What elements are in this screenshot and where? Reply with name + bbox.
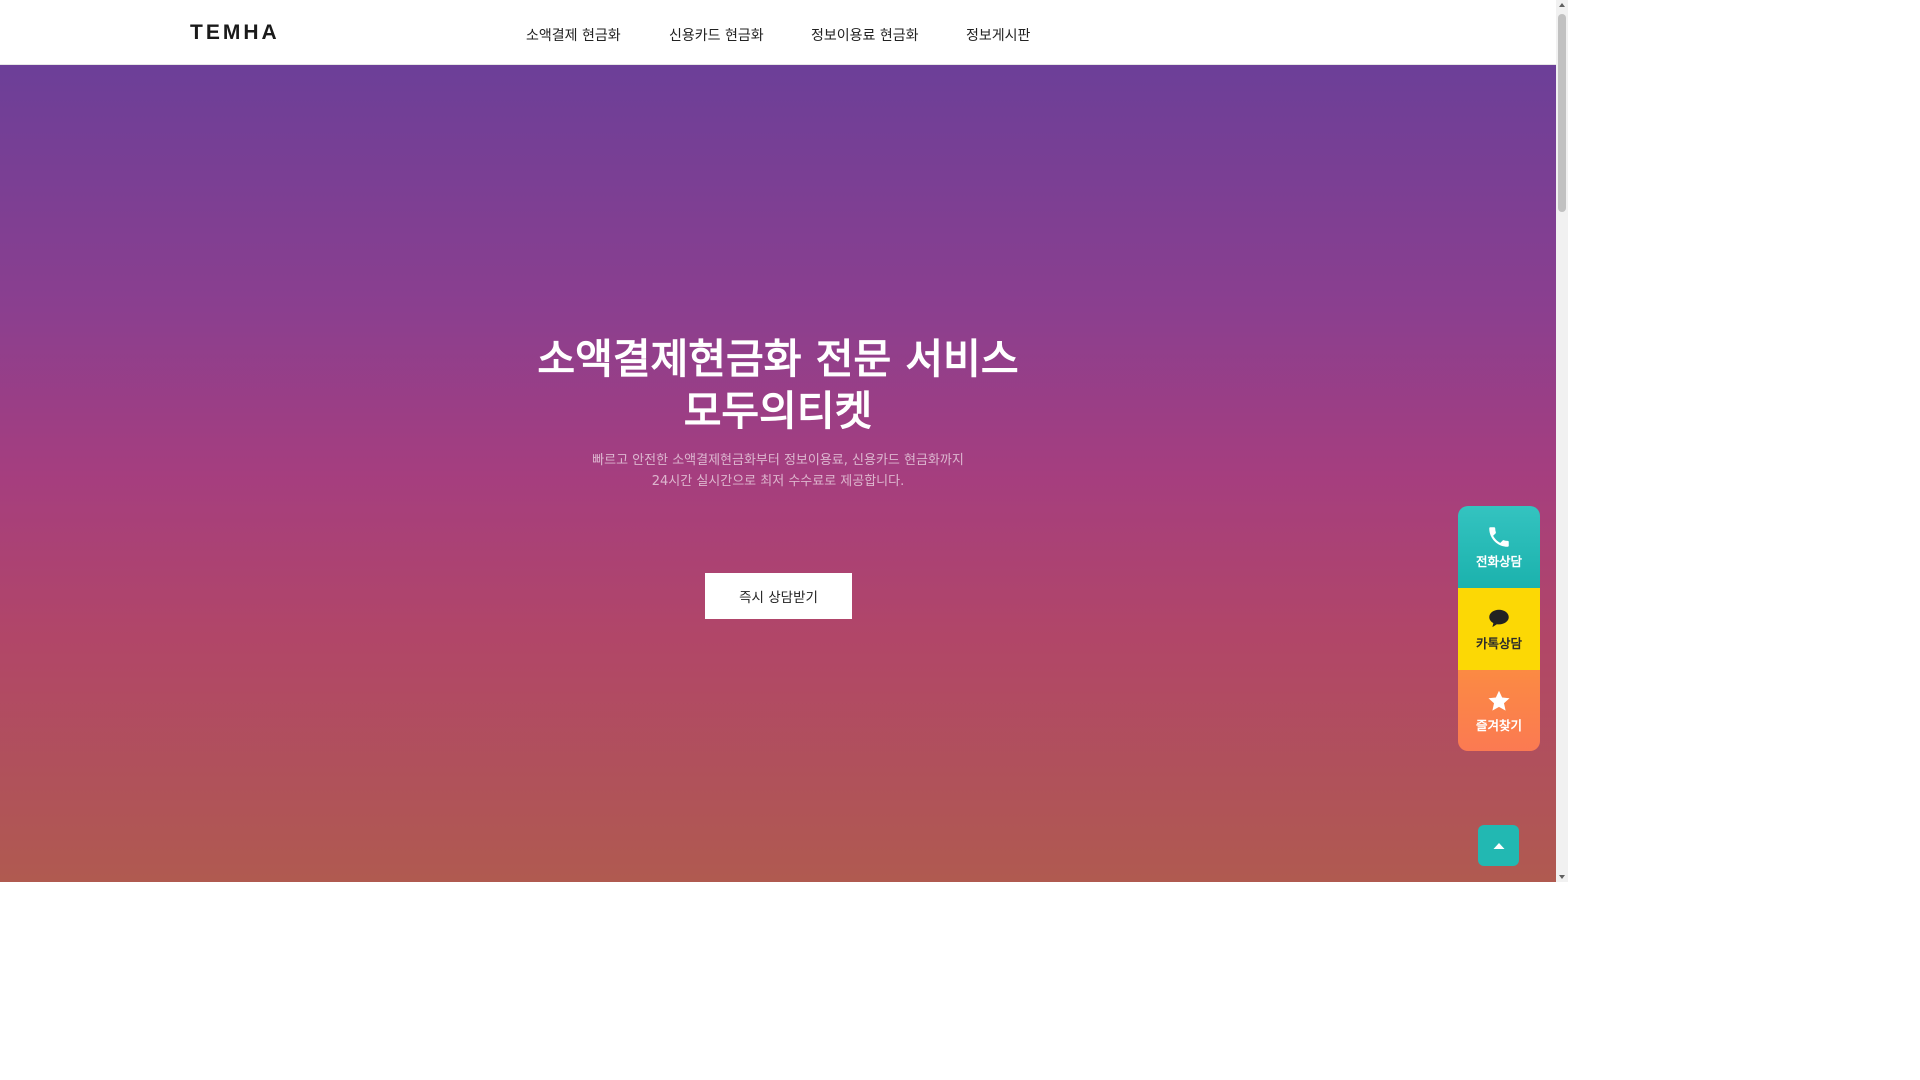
nav-item-credit-card-cash[interactable]: 신용카드 현금화 — [669, 25, 764, 45]
scroll-down-arrow-icon[interactable] — [1559, 875, 1565, 879]
consult-now-button[interactable]: 즉시 상담받기 — [705, 573, 852, 619]
hero-subtitle: 빠르고 안전한 소액결제현금화부터 정보이용료, 신용카드 현금화까지 24시간… — [0, 450, 1556, 492]
nav-item-board[interactable]: 정보게시판 — [966, 25, 1030, 45]
phone-consult-button[interactable]: 전화상담 — [1458, 506, 1540, 588]
site-header: TEMHA 소액결제 현금화 신용카드 현금화 정보이용료 현금화 정보게시판 — [0, 0, 1556, 65]
hero-subtitle-line2: 24시간 실시간으로 최저 수수료로 제공합니다. — [651, 474, 905, 489]
chat-bubble-icon — [1489, 609, 1509, 628]
hero-section: 소액결제현금화 전문 서비스 모두의티켓 빠르고 안전한 소액결제현금화부터 정… — [0, 65, 1556, 882]
bookmark-button[interactable]: 즐겨찾기 — [1458, 670, 1540, 751]
scroll-thumb[interactable] — [1558, 14, 1566, 212]
scroll-to-top-button[interactable] — [1478, 825, 1519, 866]
kakaotalk-consult-label: 카톡상담 — [1475, 636, 1522, 651]
hero-title-line1: 소액결제현금화 전문 서비스 — [537, 335, 1019, 383]
bookmark-label: 즐겨찾기 — [1475, 717, 1522, 733]
scroll-up-arrow-icon[interactable] — [1559, 3, 1565, 7]
phone-icon — [1489, 527, 1509, 547]
hero-title: 소액결제현금화 전문 서비스 모두의티켓 — [0, 333, 1556, 437]
nav-item-micropayment-cash[interactable]: 소액결제 현금화 — [526, 25, 621, 45]
phone-consult-label: 전화상담 — [1475, 554, 1522, 569]
kakaotalk-consult-button[interactable]: 카톡상담 — [1458, 588, 1540, 670]
main-nav: 소액결제 현금화 신용카드 현금화 정보이용료 현금화 정보게시판 — [0, 25, 1556, 45]
quick-menu: 전화상담 카톡상담 즐겨찾기 — [1458, 506, 1540, 751]
page-scrollbar[interactable] — [1556, 0, 1568, 882]
nav-item-info-fee-cash[interactable]: 정보이용료 현금화 — [811, 25, 919, 45]
caret-up-icon — [1493, 842, 1504, 849]
page: TEMHA 소액결제 현금화 신용카드 현금화 정보이용료 현금화 정보게시판 … — [0, 0, 1568, 882]
star-icon — [1488, 690, 1510, 711]
hero-subtitle-line1: 빠르고 안전한 소액결제현금화부터 정보이용료, 신용카드 현금화까지 — [592, 453, 964, 468]
hero-title-line2: 모두의티켓 — [683, 387, 873, 435]
